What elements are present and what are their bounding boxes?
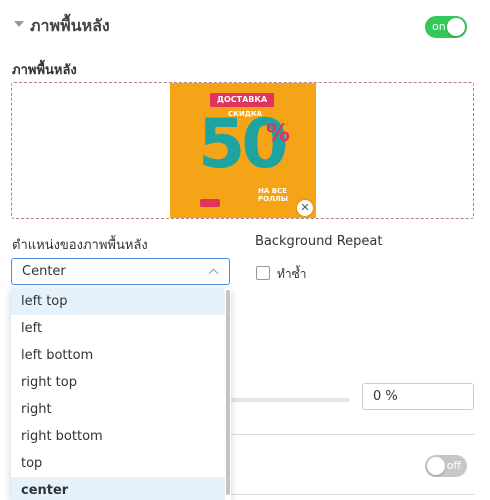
- toggle-label: off: [446, 459, 461, 472]
- divider: [231, 494, 475, 495]
- divider: [231, 434, 475, 435]
- opacity-slider-track[interactable]: [231, 398, 350, 402]
- repeat-checkbox[interactable]: [256, 266, 270, 280]
- position-select-value: Center: [22, 264, 66, 279]
- dropdown-option[interactable]: left bottom: [11, 342, 225, 369]
- opacity-percent-value: 0 %: [373, 389, 398, 404]
- collapse-caret-icon[interactable]: [14, 21, 24, 27]
- dropdown-option-selected[interactable]: center: [11, 477, 225, 500]
- position-select[interactable]: Center: [11, 258, 230, 285]
- chevron-up-icon: [208, 268, 219, 279]
- toggle-knob: [427, 457, 445, 475]
- remove-image-icon[interactable]: ✕: [297, 200, 313, 216]
- dropdown-scrollbar[interactable]: [226, 290, 230, 495]
- repeat-label: Background Repeat: [255, 234, 383, 249]
- poster-cta: [200, 199, 220, 207]
- section-title: ภาพพื้นหลัง: [30, 16, 110, 35]
- dropdown-option[interactable]: left: [11, 315, 225, 342]
- opacity-percent-input[interactable]: 0 %: [362, 383, 474, 410]
- poster-percent: %: [266, 119, 291, 147]
- dropdown-option[interactable]: right: [11, 396, 225, 423]
- toggle-knob: [447, 18, 465, 36]
- background-toggle[interactable]: on: [425, 16, 467, 38]
- secondary-toggle[interactable]: off: [425, 455, 467, 477]
- dropdown-option[interactable]: top: [11, 450, 225, 477]
- background-image-label: ภาพพื้นหลัง: [12, 63, 77, 78]
- position-dropdown: left top left left bottom right top righ…: [11, 288, 231, 500]
- dropdown-option[interactable]: left top: [11, 288, 225, 315]
- repeat-checkbox-label: ทำซ้ำ: [277, 267, 307, 281]
- position-label: ตำแหน่งของภาพพื้นหลัง: [12, 238, 148, 253]
- dropdown-option[interactable]: right top: [11, 369, 225, 396]
- dropdown-option[interactable]: right bottom: [11, 423, 225, 450]
- background-image-preview: ДОСТАВКА СКИДКА 50 % НА ВСЕ РОЛЛЫ: [170, 83, 316, 218]
- toggle-label: on: [432, 20, 446, 33]
